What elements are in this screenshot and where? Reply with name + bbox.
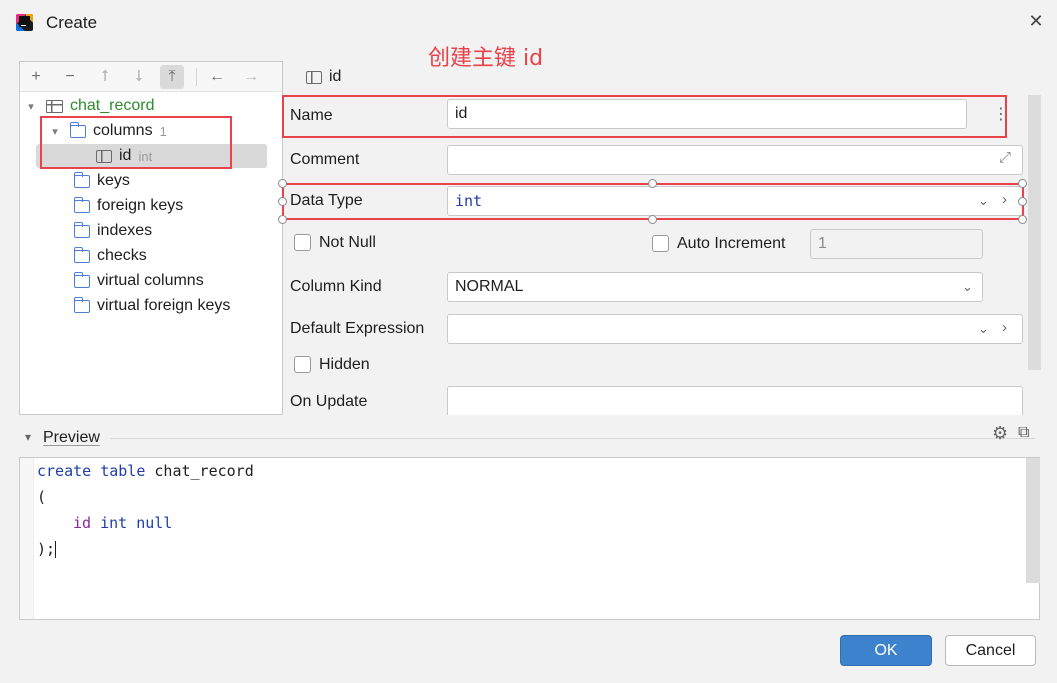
comment-label: Comment (290, 151, 360, 168)
resize-handle (1018, 197, 1027, 206)
annotation-text: 创建主键 id (428, 46, 544, 71)
tree-item-virtual-foreign-keys[interactable]: virtual foreign keys (73, 294, 231, 318)
on-update-label: On Update (290, 393, 368, 410)
schema-tree-panel: + − ⭡ ⭣ ⤒ ← → ▾ chat_record ▾ columns 1 … (19, 61, 283, 415)
column-kind-select[interactable]: NORMAL (447, 272, 983, 302)
folder-label: indexes (97, 222, 153, 239)
not-null-label: Not Null (319, 234, 376, 251)
resize-handle (278, 215, 287, 224)
folder-icon (73, 246, 90, 263)
default-expression-field[interactable] (447, 314, 1023, 344)
column-header-name: id (329, 68, 342, 85)
cancel-button[interactable]: Cancel (945, 635, 1036, 666)
text-caret (55, 541, 57, 558)
column-header: id (306, 68, 341, 86)
tree-item-indexes[interactable]: indexes (73, 219, 153, 243)
toolbar-separator (196, 68, 197, 86)
forward-icon[interactable]: → (239, 65, 263, 89)
resize-handle (648, 215, 657, 224)
column-icon (306, 70, 322, 84)
tree-item-keys[interactable]: keys (73, 169, 130, 193)
auto-increment-label: Auto Increment (677, 235, 786, 252)
tree-item-foreign-keys[interactable]: foreign keys (73, 194, 184, 218)
resize-handle (1018, 179, 1027, 188)
highlight-box-tree (40, 116, 232, 169)
tree-item-virtual-columns[interactable]: virtual columns (73, 269, 204, 293)
preview-divider (110, 438, 1035, 439)
tree-toolbar: + − ⭡ ⭣ ⤒ ← → (20, 62, 282, 92)
folder-label: foreign keys (97, 197, 184, 214)
on-update-field[interactable] (447, 386, 1023, 415)
code-line: ( (37, 488, 47, 506)
add-icon[interactable]: + (24, 65, 48, 89)
close-icon[interactable]: ✕ (1027, 12, 1045, 30)
expand-icon[interactable]: ⤢ (999, 149, 1011, 166)
comment-field[interactable] (447, 145, 1023, 175)
chevron-down-icon[interactable]: ⌄ (978, 321, 989, 337)
folder-icon (73, 296, 90, 313)
resize-handle (278, 197, 287, 206)
folder-icon (73, 271, 90, 288)
resize-handle (278, 179, 287, 188)
chevron-down-icon[interactable]: ⌄ (962, 279, 973, 295)
preview-scrollbar[interactable] (1026, 458, 1040, 583)
preview-label[interactable]: Preview (43, 429, 100, 447)
tree-item-table[interactable]: ▾ chat_record (24, 94, 155, 118)
preview-code-panel[interactable]: create table chat_record ( id int null )… (19, 457, 1040, 620)
editor-scrollbar[interactable] (1028, 95, 1041, 370)
code-keyword: create table (37, 462, 146, 480)
tree-item-checks[interactable]: checks (73, 244, 147, 268)
folder-icon (73, 171, 90, 188)
table-icon (46, 99, 63, 113)
column-kind-label: Column Kind (290, 278, 382, 295)
code-table-name: chat_record (145, 462, 254, 480)
code-end: ); (37, 540, 56, 558)
code-line: create table chat_record (37, 462, 254, 480)
folder-label: virtual columns (97, 272, 204, 289)
gear-icon[interactable]: ⚙ (992, 423, 1008, 444)
datagrip-logo-icon (16, 14, 33, 31)
chevron-down-icon[interactable]: ▾ (24, 100, 38, 113)
code-column-name: id (73, 514, 92, 532)
folder-label: checks (97, 247, 147, 264)
code-gutter (20, 458, 34, 619)
auto-increment-checkbox[interactable] (652, 235, 669, 252)
move-down-icon[interactable]: ⭣ (127, 65, 151, 89)
hidden-label: Hidden (319, 356, 370, 373)
resize-handle (648, 179, 657, 188)
open-external-icon[interactable]: ⧉ (1018, 424, 1029, 442)
hidden-checkbox[interactable] (294, 356, 311, 373)
code-line: id int null (73, 514, 172, 532)
resize-handle (1018, 215, 1027, 224)
move-top-icon[interactable]: ⤒ (160, 65, 184, 89)
folder-label: keys (97, 172, 130, 189)
remove-icon[interactable]: − (58, 65, 82, 89)
code-line: ); (37, 540, 57, 558)
ok-button[interactable]: OK (840, 635, 932, 666)
auto-increment-field: 1 (810, 229, 983, 259)
highlight-box-name (282, 95, 1007, 138)
folder-label: virtual foreign keys (97, 297, 231, 314)
chevron-right-icon[interactable]: › (1002, 319, 1007, 336)
not-null-checkbox[interactable] (294, 234, 311, 251)
table-name: chat_record (70, 97, 155, 114)
folder-icon (73, 196, 90, 213)
folder-icon (73, 221, 90, 238)
back-icon[interactable]: ← (205, 65, 229, 89)
move-up-icon[interactable]: ⭡ (93, 65, 117, 89)
default-expression-label: Default Expression (290, 320, 425, 337)
chevron-down-icon[interactable]: ▾ (25, 430, 31, 444)
window-title: Create (46, 13, 98, 32)
code-column-def: int null (91, 514, 173, 532)
